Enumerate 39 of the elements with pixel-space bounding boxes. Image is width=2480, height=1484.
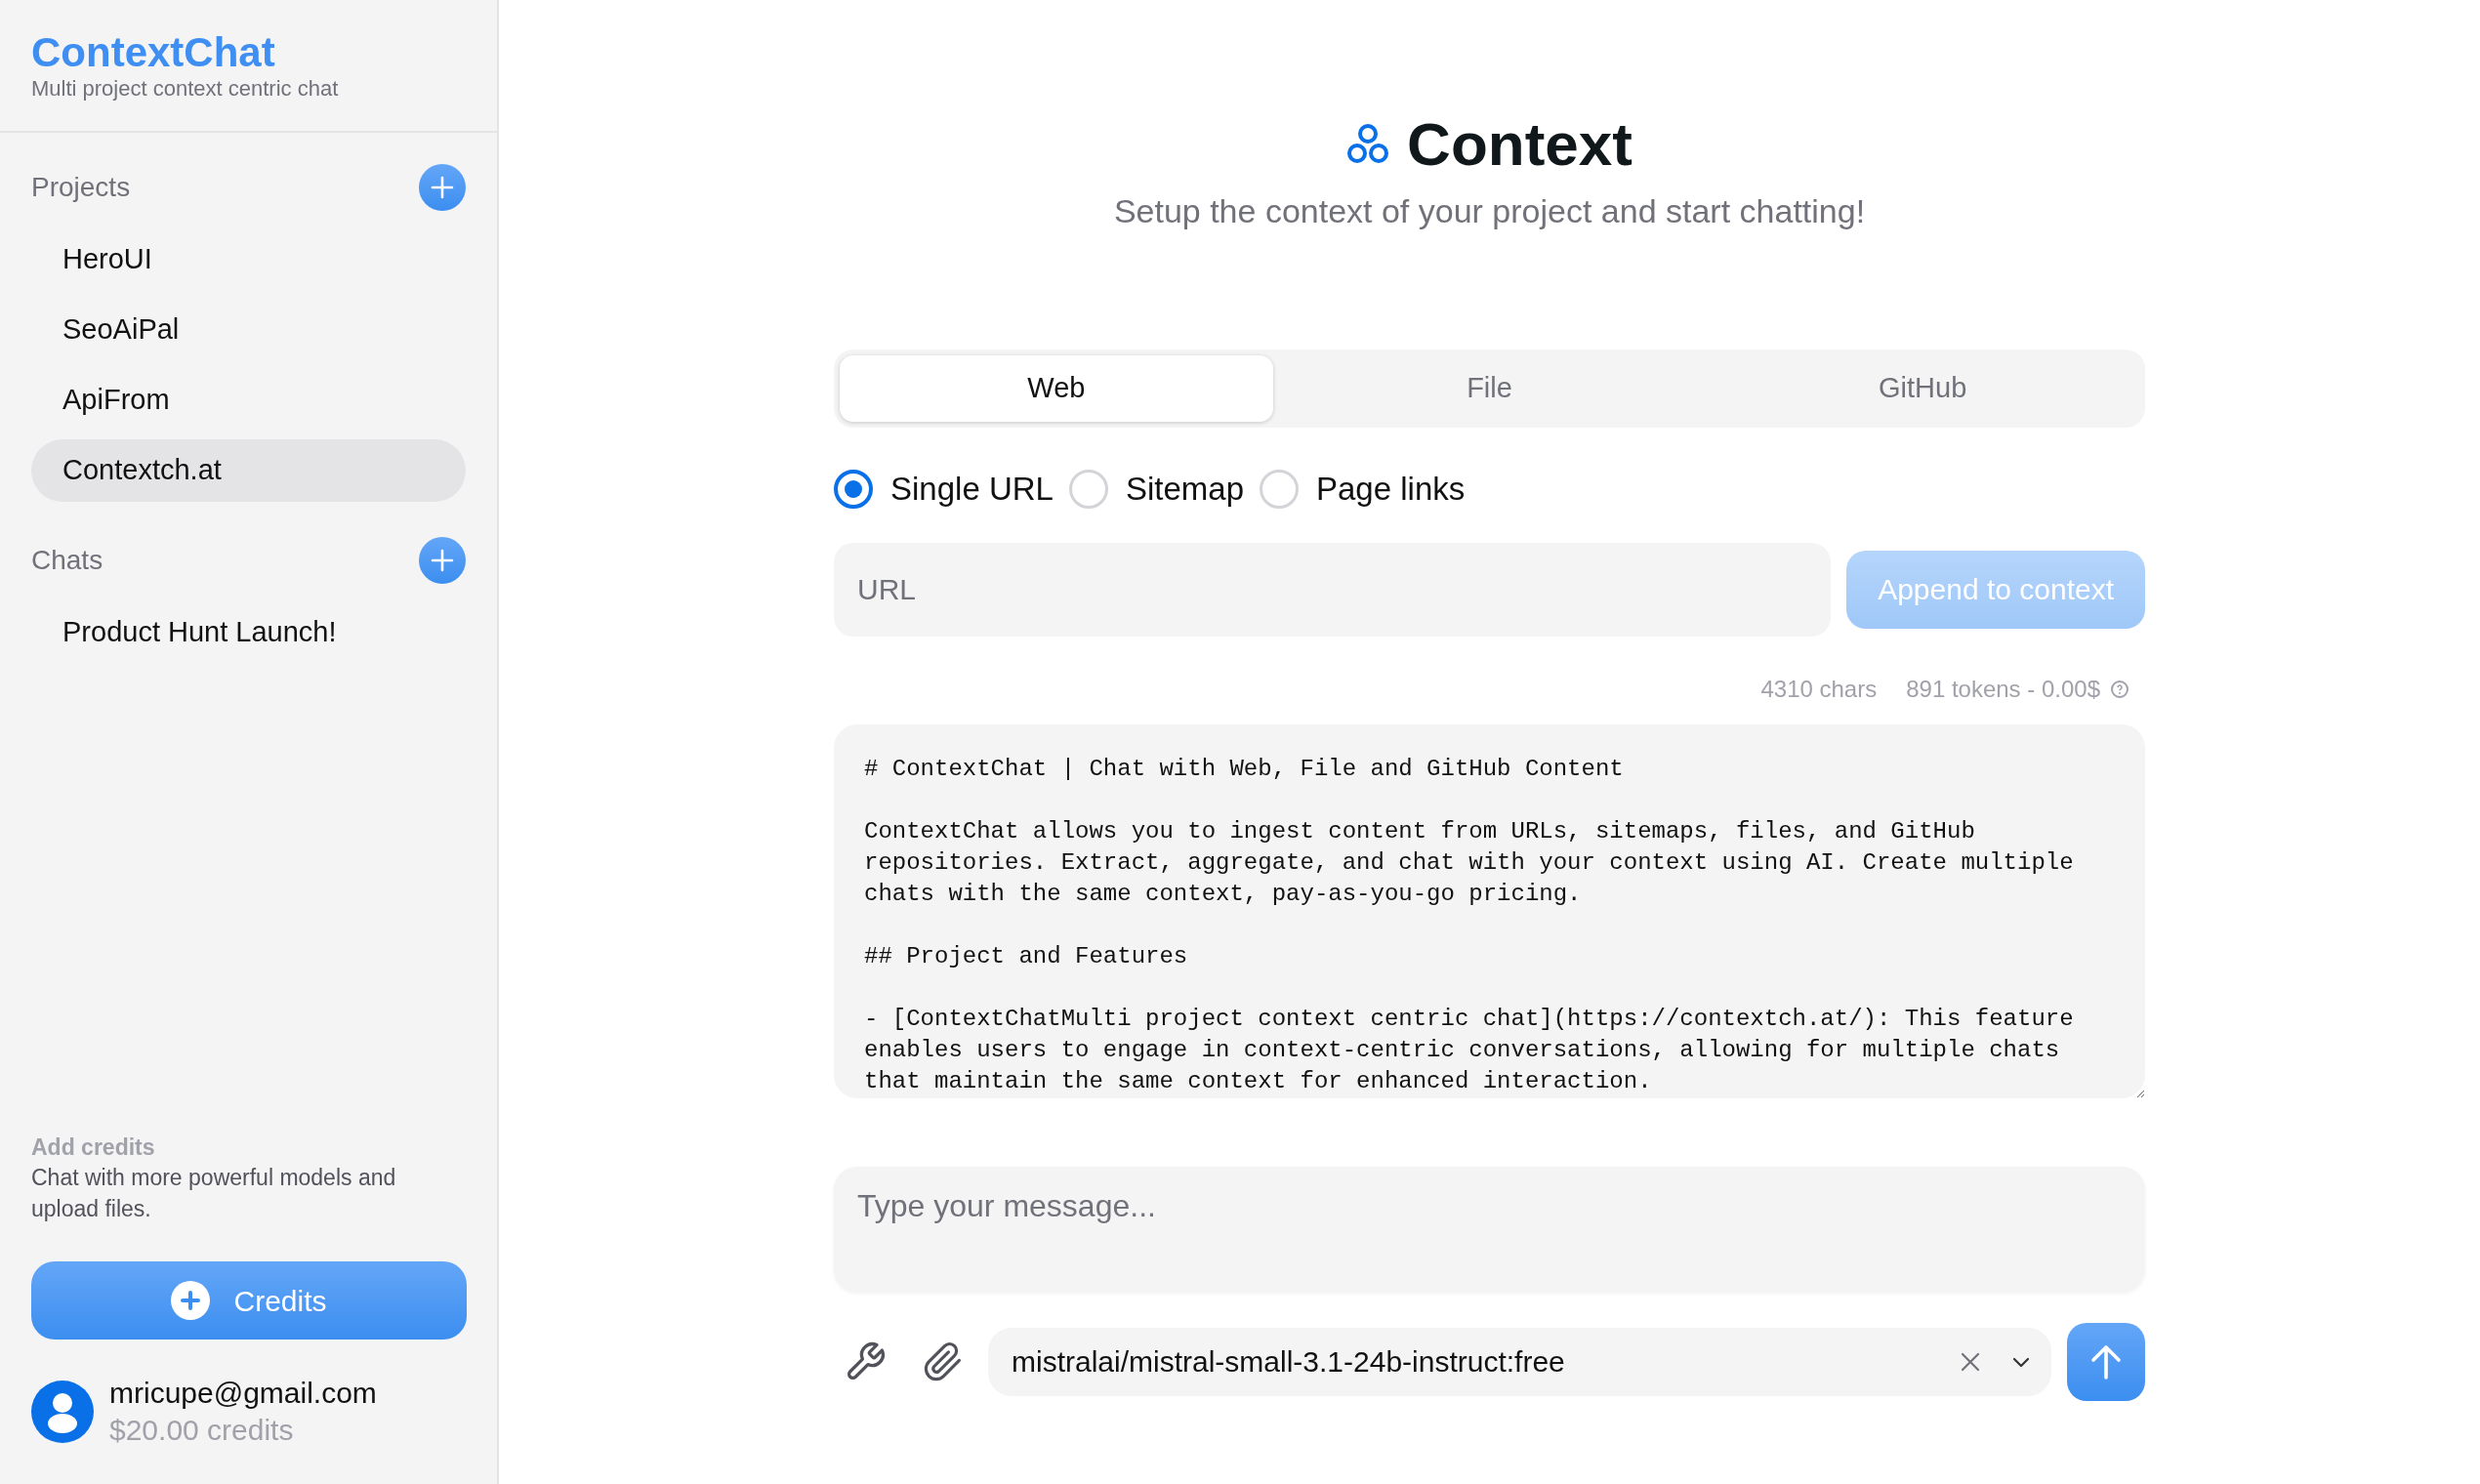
sidebar-item[interactable]: HeroUI <box>31 228 466 291</box>
plus-icon <box>431 176 454 199</box>
message-field[interactable]: Type your message... <box>834 1166 2145 1292</box>
char-count: 4310 chars <box>1760 674 1878 704</box>
credit-balance: $20.00 credits <box>109 1413 295 1448</box>
tab[interactable]: GitHub <box>1706 355 2139 422</box>
app-logo: ContextChat <box>31 29 276 76</box>
paperclip-icon <box>923 1340 964 1382</box>
radio-label[interactable]: Single URL <box>890 465 1054 514</box>
page-subtitle: Setup the context of your project and start chatting! <box>1112 191 1867 231</box>
tab[interactable]: Web <box>840 355 1273 422</box>
tagline: Multi project context centric chat <box>31 76 340 102</box>
token-cost: 891 tokens - 0.00$ <box>1906 674 2100 704</box>
add-button[interactable] <box>419 164 466 211</box>
user-email: mricupe@gmail.com <box>109 1376 377 1411</box>
radio-label[interactable]: Sitemap <box>1125 465 1244 514</box>
url-field[interactable]: URL <box>834 542 1832 637</box>
plus-icon <box>431 549 454 572</box>
radio-button[interactable] <box>834 469 873 509</box>
fan-logo-icon <box>1346 123 1390 166</box>
avatar-icon <box>31 1381 94 1443</box>
info-icon[interactable] <box>2110 679 2129 699</box>
section-title: Projects <box>31 171 131 204</box>
sidebar-item[interactable]: Product Hunt Launch! <box>31 601 466 664</box>
promo-title: Add credits <box>31 1134 156 1162</box>
sidebar-item[interactable]: ApiFrom <box>31 369 466 432</box>
section-title: Chats <box>31 544 103 577</box>
promo-text: Chat with more powerful models and upload files. <box>31 1164 397 1223</box>
tab[interactable]: File <box>1272 355 1707 422</box>
plus-icon <box>171 1281 211 1320</box>
add-button[interactable] <box>419 537 466 584</box>
context-text-area[interactable]: # ContextChat | Chat with Web, File and GitHub Content ContextChat allows you to ingest content from URLs, sitemaps, files, and GitHub repositories. Extract, aggregate, and chat with your context using AI. Create multiple chats with the same context, pay-as-you-go pricing. ## Project and Features - [ContextChatMulti project context centric chat](https://contextch.at/): This feature enables users to engage in context-centric conversations, allowing for multiple chats that maintain the same context for enhanced interaction. <box>834 723 2145 1098</box>
page-title: Context <box>1407 109 1633 180</box>
model-select[interactable]: mistralai/mistral-small-3.1-24b-instruct:free <box>988 1327 2051 1396</box>
send-button[interactable] <box>2067 1322 2145 1401</box>
sidebar-item[interactable]: Contextch.at <box>31 439 466 502</box>
radio-label[interactable]: Page links <box>1316 465 1466 514</box>
clear-icon[interactable] <box>1960 1350 1981 1373</box>
sidebar-item[interactable]: SeoAiPal <box>31 299 466 361</box>
